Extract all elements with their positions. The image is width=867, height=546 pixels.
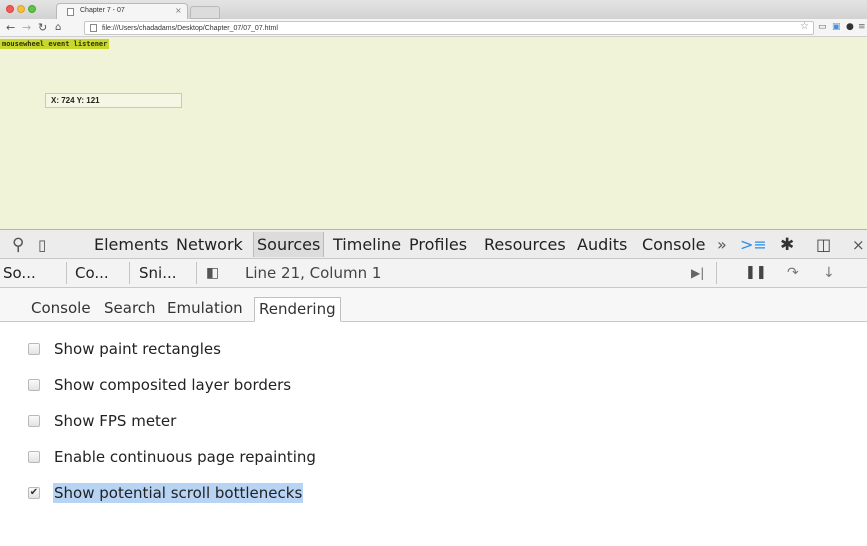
page-icon: [90, 24, 97, 32]
home-icon[interactable]: ⌂: [55, 21, 61, 35]
settings-gear-icon[interactable]: ✱: [780, 235, 794, 255]
option-label: Show potential scroll bottlenecks: [53, 483, 304, 503]
tab-elements[interactable]: Elements: [91, 232, 172, 257]
tab-resources[interactable]: Resources: [481, 232, 569, 257]
option-label: Show paint rectangles: [54, 340, 221, 358]
divider: [196, 262, 197, 284]
snippets-tab[interactable]: Sni...: [136, 261, 177, 285]
browser-toolbar: ← → ↻ ⌂ file:///Users/chadadams/Desktop/…: [0, 19, 867, 37]
browser-tab-title: Chapter 7 - 07: [80, 7, 125, 14]
step-into-icon[interactable]: ↓: [820, 261, 835, 285]
coordinates-readout: X: 724 Y: 121: [45, 93, 182, 108]
browser-tab-strip: Chapter 7 - 07 ×: [0, 0, 867, 19]
divider: [66, 262, 67, 284]
browser-tab[interactable]: Chapter 7 - 07 ×: [56, 3, 188, 19]
forward-icon[interactable]: →: [22, 21, 31, 35]
cast-icon[interactable]: ▭: [818, 22, 827, 33]
more-tabs-icon[interactable]: »: [714, 232, 730, 257]
extension-icon[interactable]: ▣: [832, 22, 841, 33]
tab-audits[interactable]: Audits: [574, 232, 630, 257]
chrome-icon[interactable]: ●: [846, 22, 854, 33]
drawer-tab-rendering[interactable]: Rendering: [254, 297, 341, 322]
drawer-tab-bar: Console Search Emulation Rendering: [0, 288, 867, 322]
divider: [129, 262, 130, 284]
tab-timeline[interactable]: Timeline: [330, 232, 404, 257]
event-label: mousewheel event listener: [0, 39, 110, 49]
dock-side-icon[interactable]: ◫: [816, 235, 831, 255]
toggle-debugger-icon[interactable]: ▶|: [688, 261, 704, 285]
close-devtools-icon[interactable]: ×: [852, 235, 865, 255]
divider: [716, 262, 717, 284]
fps-meter-checkbox[interactable]: [28, 415, 40, 427]
device-mode-icon[interactable]: ▯: [38, 235, 46, 255]
rendering-panel: Show paint rectangles Show composited la…: [0, 323, 867, 546]
scroll-bottlenecks-checkbox[interactable]: ✔: [28, 487, 40, 499]
address-url: file:///Users/chadadams/Desktop/Chapter_…: [102, 25, 278, 32]
sources-toolbar: So... Co... Sni... ◧ Line 21, Column 1 ▶…: [0, 259, 867, 288]
drawer-tab-search[interactable]: Search: [100, 297, 160, 320]
option-label: Show composited layer borders: [54, 376, 292, 394]
devtools-toolbar: ⚲ ▯ Elements Network Sources Timeline Pr…: [0, 229, 867, 259]
drawer-tab-console[interactable]: Console: [27, 297, 95, 320]
page-top: mousewheel event listener: [0, 37, 867, 54]
show-console-icon[interactable]: >≡: [740, 235, 767, 255]
page-content[interactable]: X: 724 Y: 121: [0, 54, 867, 229]
tab-profiles[interactable]: Profiles: [406, 232, 470, 257]
bookmark-star-icon[interactable]: ☆: [800, 21, 809, 32]
tab-network[interactable]: Network: [173, 232, 246, 257]
reload-icon[interactable]: ↻: [38, 21, 47, 35]
inspect-search-icon[interactable]: ⚲: [12, 235, 24, 255]
sources-navigator-tab[interactable]: So...: [0, 261, 36, 285]
continuous-repainting-checkbox[interactable]: [28, 451, 40, 463]
close-window-button[interactable]: [6, 5, 14, 13]
toggle-navigator-icon[interactable]: ◧: [203, 261, 219, 285]
minimize-window-button[interactable]: [17, 5, 25, 13]
drawer-tab-emulation[interactable]: Emulation: [163, 297, 247, 320]
zoom-window-button[interactable]: [28, 5, 36, 13]
pause-icon[interactable]: ❚❚: [742, 261, 767, 285]
composited-layer-borders-checkbox[interactable]: [28, 379, 40, 391]
cursor-location: Line 21, Column 1: [245, 264, 382, 282]
tab-console[interactable]: Console: [639, 232, 709, 257]
menu-icon[interactable]: ≡: [858, 22, 866, 33]
address-bar[interactable]: file:///Users/chadadams/Desktop/Chapter_…: [84, 21, 814, 35]
close-tab-icon[interactable]: ×: [175, 6, 182, 15]
paint-rectangles-checkbox[interactable]: [28, 343, 40, 355]
option-label: Show FPS meter: [54, 412, 177, 430]
new-tab-button[interactable]: [190, 6, 220, 19]
tab-sources[interactable]: Sources: [253, 232, 325, 257]
option-label: Enable continuous page repainting: [54, 448, 316, 466]
step-over-icon[interactable]: ↷: [784, 261, 799, 285]
back-icon[interactable]: ←: [6, 21, 15, 35]
page-icon: [67, 8, 74, 16]
content-scripts-tab[interactable]: Co...: [72, 261, 109, 285]
